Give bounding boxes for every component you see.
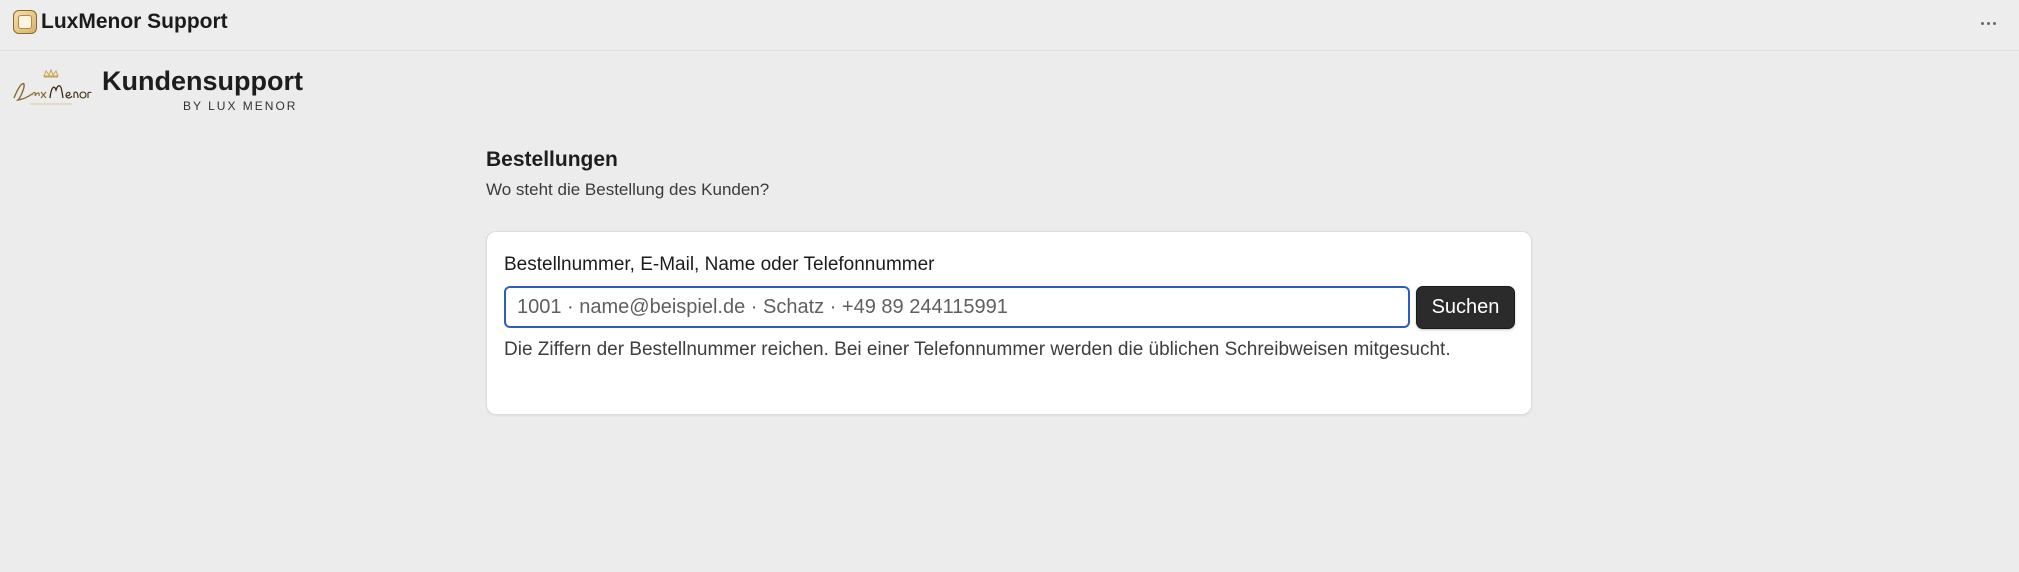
order-search-card: Bestellnummer, E-Mail, Name oder Telefon… (486, 231, 1532, 415)
order-search-input[interactable] (504, 286, 1410, 328)
search-help-text: Die Ziffern der Bestellnummer reichen. B… (504, 339, 1451, 360)
page-subtitle: Wo steht die Bestellung des Kunden? (486, 180, 770, 199)
search-button[interactable]: Suchen (1416, 286, 1515, 329)
search-label: Bestellnummer, E-Mail, Name oder Telefon… (504, 254, 935, 275)
brand-title: Kundensupport (102, 66, 303, 96)
more-horizontal-icon (1980, 21, 1984, 25)
more-options-button[interactable] (1975, 10, 2001, 36)
title-bar: LuxMenor Support (0, 0, 2019, 51)
luxmenor-logo (13, 68, 92, 105)
page-title: Bestellungen (486, 148, 618, 171)
window-title: LuxMenor Support (41, 10, 228, 33)
brand-subtitle: BY LUX MENOR (183, 99, 298, 113)
app-icon (13, 10, 37, 34)
brand-header: Kundensupport BY LUX MENOR (10, 64, 310, 118)
